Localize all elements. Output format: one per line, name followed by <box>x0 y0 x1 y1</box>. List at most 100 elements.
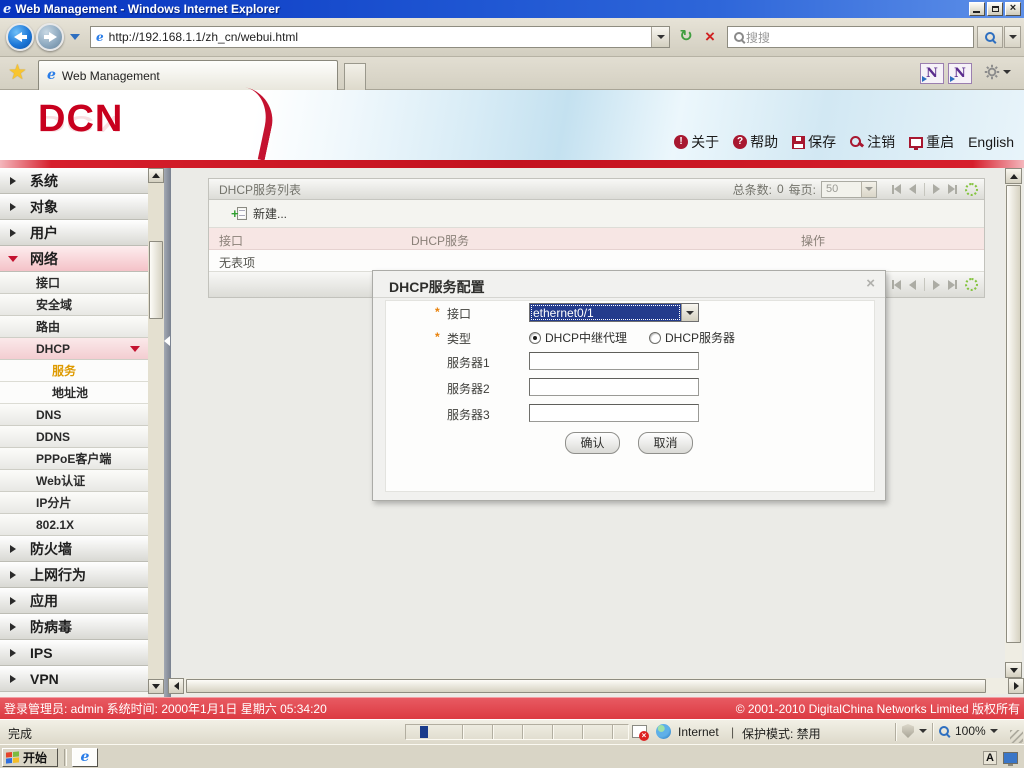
divider <box>64 749 67 766</box>
close-button[interactable]: × <box>1005 2 1021 16</box>
search-box[interactable] <box>727 26 974 48</box>
new-button[interactable]: + 新建... <box>231 205 287 222</box>
sidebar-item-user[interactable]: 用户 <box>0 220 148 246</box>
scroll-down-button[interactable] <box>1005 662 1022 678</box>
url-dropdown-button[interactable] <box>651 27 669 47</box>
sidebar-item-internet-behavior[interactable]: 上网行为 <box>0 562 148 588</box>
resize-grip[interactable] <box>1010 730 1023 743</box>
sidebar-item-firewall[interactable]: 防火墙 <box>0 536 148 562</box>
sidebar-item-ip-fragment[interactable]: IP分片 <box>0 492 148 514</box>
radio-dhcp-server[interactable] <box>649 331 662 344</box>
sidebar-item-dhcp[interactable]: DHCP <box>0 338 148 360</box>
help-link[interactable]: ? 帮助 <box>733 132 778 152</box>
interface-select[interactable]: ethernet0/1 <box>529 303 699 322</box>
sidebar-item-antivirus[interactable]: 防病毒 <box>0 614 148 640</box>
prev-page-button[interactable] <box>909 184 916 194</box>
tab-web-management[interactable]: e Web Management <box>38 60 338 90</box>
taskbar-ie-button[interactable]: e <box>72 748 98 767</box>
search-options-button[interactable] <box>1004 26 1021 48</box>
sidebar-item-dhcp-address-pool[interactable]: 地址池 <box>0 382 148 404</box>
first-page-button[interactable] <box>892 279 901 290</box>
onenote-linked-button[interactable]: N <box>948 63 972 84</box>
sidebar-item-ddns[interactable]: DDNS <box>0 426 148 448</box>
last-page-button[interactable] <box>948 279 957 290</box>
sidebar-item-application[interactable]: 应用 <box>0 588 148 614</box>
favorites-star-icon[interactable]: ★ <box>8 60 27 85</box>
recent-pages-chevron-down-icon[interactable] <box>70 34 80 40</box>
refresh-list-icon[interactable] <box>965 182 978 196</box>
sidebar-item-web-auth[interactable]: Web认证 <box>0 470 148 492</box>
refresh-button[interactable]: ↻ <box>674 26 698 48</box>
display-tray-icon[interactable] <box>1003 751 1018 766</box>
sidebar-item-object[interactable]: 对象 <box>0 194 148 220</box>
sidebar-item-network[interactable]: 网络 <box>0 246 148 272</box>
radio-dhcp-relay[interactable] <box>529 331 541 344</box>
search-go-button[interactable] <box>977 26 1003 48</box>
sidebar-item-interface[interactable]: 接口 <box>0 272 148 294</box>
first-page-button[interactable] <box>892 184 901 194</box>
address-bar[interactable]: e <box>90 26 670 48</box>
back-button[interactable] <box>6 23 34 51</box>
refresh-list-icon[interactable] <box>965 278 978 291</box>
chevron-down-icon <box>861 181 876 197</box>
search-input[interactable] <box>746 30 973 44</box>
scroll-right-button[interactable] <box>1008 678 1024 694</box>
scroll-up-button[interactable] <box>1005 168 1022 184</box>
sidebar-item-vpn[interactable]: VPN <box>0 666 148 692</box>
sidebar-item-security-zone[interactable]: 安全域 <box>0 294 148 316</box>
content-horizontal-scrollbar[interactable] <box>168 678 1024 694</box>
sidebar-item-routing[interactable]: 路由 <box>0 316 148 338</box>
save-link[interactable]: 保存 <box>792 132 836 152</box>
onenote-send-button[interactable]: N <box>920 63 944 84</box>
minimize-button[interactable] <box>969 2 985 16</box>
header-links: ! 关于 ? 帮助 保存 注销 重启 English <box>674 132 1014 152</box>
sidebar-item-ips[interactable]: IPS <box>0 640 148 666</box>
stop-button[interactable]: × <box>698 26 722 48</box>
help-icon: ? <box>733 135 748 149</box>
sidebar-splitter[interactable] <box>164 168 171 697</box>
content-vertical-scrollbar[interactable] <box>1005 168 1022 678</box>
scroll-down-button[interactable] <box>148 679 164 694</box>
reboot-link[interactable]: 重启 <box>909 132 954 152</box>
expand-arrow-icon <box>10 202 16 211</box>
next-page-button[interactable] <box>933 279 940 290</box>
cancel-button[interactable]: 取消 <box>638 432 693 454</box>
forward-button[interactable] <box>36 23 64 51</box>
logout-link[interactable]: 注销 <box>850 132 895 152</box>
url-input[interactable] <box>108 30 651 44</box>
language-indicator[interactable]: A <box>983 750 997 765</box>
start-button[interactable]: 开始 <box>2 748 58 767</box>
scroll-left-button[interactable] <box>168 678 184 694</box>
page-size-select[interactable]: 50 <box>821 180 877 198</box>
collapse-sidebar-arrow-icon[interactable] <box>164 336 170 346</box>
sidebar-item-dns[interactable]: DNS <box>0 404 148 426</box>
chevron-down-icon[interactable] <box>681 304 698 321</box>
dialog-title: DHCP服务配置 <box>389 279 485 295</box>
server1-input[interactable] <box>529 352 699 370</box>
restore-button[interactable] <box>987 2 1003 16</box>
prev-page-button[interactable] <box>909 279 916 290</box>
last-page-button[interactable] <box>948 184 957 194</box>
security-report-button[interactable] <box>902 724 927 738</box>
about-link[interactable]: ! 关于 <box>674 132 719 152</box>
sidebar-item-dhcp-service[interactable]: 服务 <box>0 360 148 382</box>
sidebar-item-pppoe-client[interactable]: PPPoE客户端 <box>0 448 148 470</box>
type-row: * 类型 DHCP中继代理 DHCP服务器 <box>373 328 885 348</box>
zoom-control[interactable]: 100% <box>938 724 998 738</box>
server3-input[interactable] <box>529 404 699 422</box>
server2-input[interactable] <box>529 378 699 396</box>
sidebar-scrollbar-thumb[interactable] <box>149 241 163 319</box>
tools-menu-button[interactable] <box>984 64 1011 80</box>
new-tab-button[interactable] <box>344 63 366 90</box>
language-english-link[interactable]: English <box>968 134 1014 150</box>
next-page-button[interactable] <box>933 184 940 194</box>
vscrollbar-thumb[interactable] <box>1006 185 1021 643</box>
dialog-close-icon[interactable]: × <box>866 275 875 292</box>
scroll-up-button[interactable] <box>148 168 164 183</box>
popup-blocked-icon[interactable] <box>632 725 649 741</box>
confirm-button[interactable]: 确认 <box>565 432 620 454</box>
sidebar-scrollbar[interactable] <box>148 168 164 694</box>
hscrollbar-thumb[interactable] <box>186 679 986 693</box>
sidebar-item-system[interactable]: 系统 <box>0 168 148 194</box>
sidebar-item-8021x[interactable]: 802.1X <box>0 514 148 536</box>
